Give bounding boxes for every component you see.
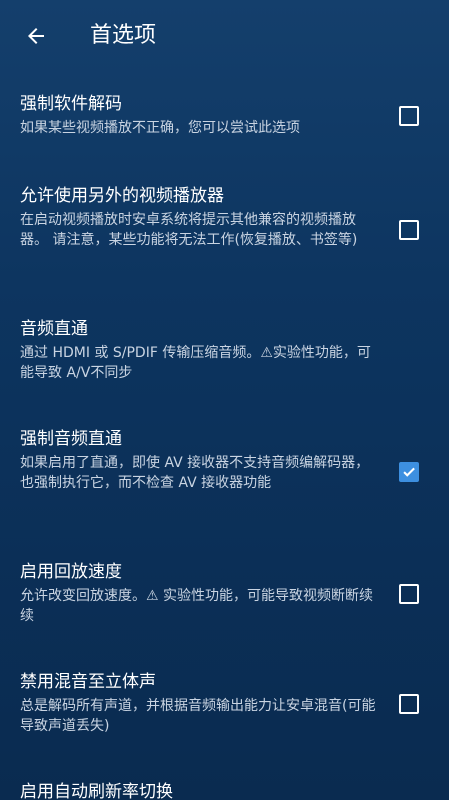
pref-summary: 总是解码所有声道，并根据音频输出能力让安卓混音(可能导致声道丢失) — [20, 698, 376, 734]
pref-title: 启用自动刷新率切换 — [20, 782, 173, 800]
pref-summary: 通过 HDMI 或 S/PDIF 传输压缩音频。⚠实验性功能，可能导致 A/V不… — [20, 345, 371, 381]
pref-enable-playback-speed[interactable]: 启用回放速度 允许改变回放速度。⚠ 实验性功能，可能导致视频断断续续 — [0, 558, 449, 624]
checkbox-force-software-decoding[interactable] — [399, 106, 419, 126]
pref-force-audio-passthrough[interactable]: 强制音频直通 如果启用了直通，即使 AV 接收器不支持音频编解码器，也强制执行它… — [0, 425, 449, 515]
pref-title: 强制音频直通 — [20, 429, 122, 449]
pref-audio-passthrough[interactable]: 音频直通 通过 HDMI 或 S/PDIF 传输压缩音频。⚠实验性功能，可能导致… — [0, 315, 449, 381]
pref-summary: 如果启用了直通，即使 AV 接收器不支持音频编解码器，也强制执行它，而不检查 A… — [20, 455, 370, 491]
back-button[interactable] — [18, 18, 54, 54]
checkbox-disable-downmix-stereo[interactable] — [399, 694, 419, 714]
checkbox-allow-other-player[interactable] — [399, 220, 419, 240]
app-bar: 首选项 — [0, 0, 449, 72]
arrow-left-icon — [28, 28, 44, 44]
pref-disable-downmix-stereo[interactable]: 禁用混音至立体声 总是解码所有声道，并根据音频输出能力让安卓混音(可能导致声道丢… — [0, 668, 449, 734]
pref-title: 强制软件解码 — [20, 94, 122, 114]
page-title: 首选项 — [90, 23, 157, 48]
pref-summary: 如果某些视频播放不正确，您可以尝试此选项 — [20, 120, 300, 136]
pref-title: 启用回放速度 — [20, 562, 122, 582]
pref-auto-refresh-rate[interactable]: 启用自动刷新率切换 — [0, 778, 449, 800]
pref-title: 禁用混音至立体声 — [20, 672, 156, 692]
pref-summary: 允许改变回放速度。⚠ 实验性功能，可能导致视频断断续续 — [20, 588, 373, 624]
pref-allow-other-player[interactable]: 允许使用另外的视频播放器 在启动视频播放时安卓系统将提示其他兼容的视频播放器。 … — [0, 182, 449, 272]
pref-title: 音频直通 — [20, 319, 88, 339]
checkbox-enable-playback-speed[interactable] — [399, 584, 419, 604]
pref-force-software-decoding[interactable]: 强制软件解码 如果某些视频播放不正确，您可以尝试此选项 — [0, 90, 449, 152]
check-icon — [403, 467, 415, 477]
pref-summary: 在启动视频播放时安卓系统将提示其他兼容的视频播放器。 请注意，某些功能将无法工作… — [20, 212, 358, 248]
checkbox-force-audio-passthrough[interactable] — [399, 462, 419, 482]
pref-title: 允许使用另外的视频播放器 — [20, 186, 224, 206]
